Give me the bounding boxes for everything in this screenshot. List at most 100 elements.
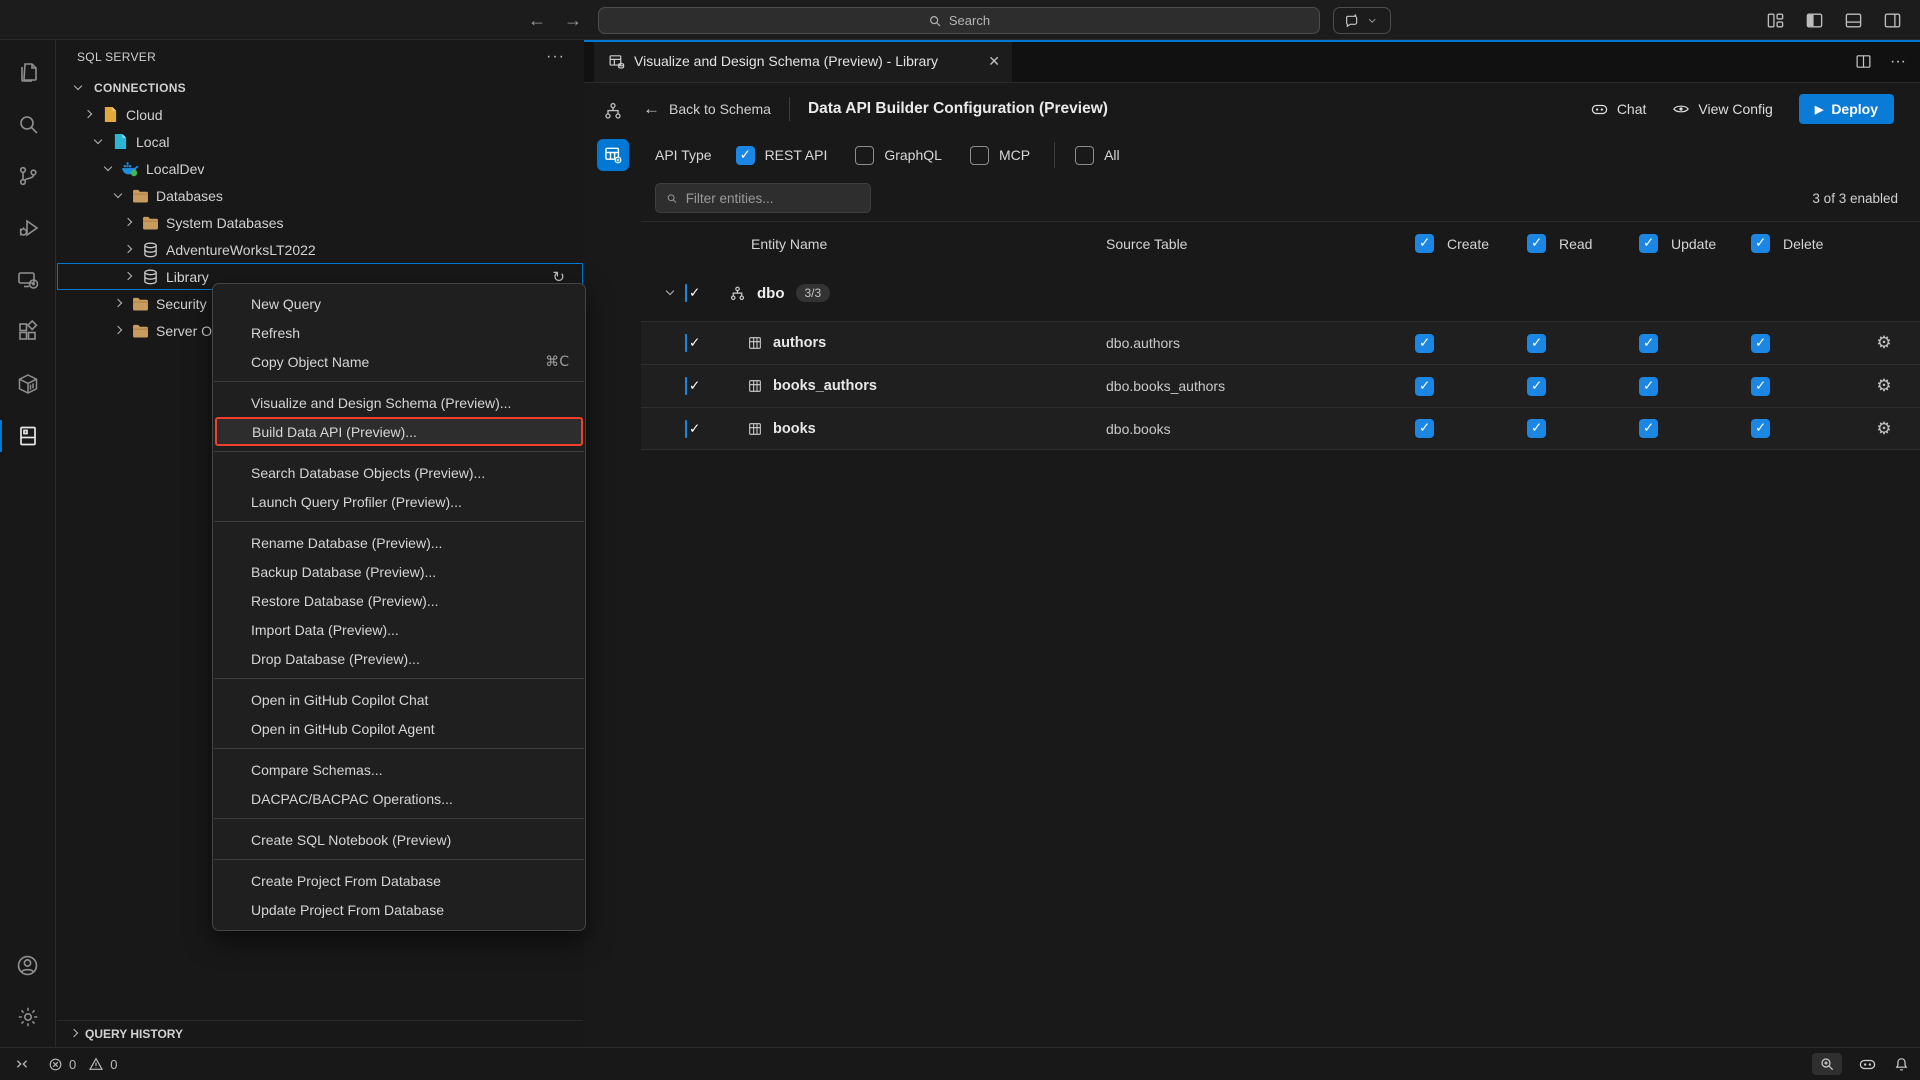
notifications-bell-icon[interactable] [1893,1056,1910,1073]
row-checkbox-create[interactable] [1400,377,1512,396]
checkbox-checked-icon[interactable] [1639,419,1658,438]
entity-settings-gear-icon[interactable]: ⚙ [1876,419,1891,439]
tree-item-system-databases[interactable]: System Databases [57,209,583,236]
menu-item-new-query[interactable]: New Query [213,289,585,318]
menu-item-rename-database[interactable]: Rename Database (Preview)... [213,528,585,557]
checkbox-checked-icon[interactable] [1415,419,1434,438]
checkbox-graphql[interactable]: GraphQL [855,146,942,165]
search-input[interactable]: Search [598,7,1320,34]
menu-item-visualize-design-schema[interactable]: Visualize and Design Schema (Preview)... [213,388,585,417]
entity-settings-gear-icon[interactable]: ⚙ [1876,376,1891,396]
customize-layout-icon[interactable] [1766,11,1785,30]
checkbox-checked-icon[interactable] [685,284,687,302]
more-actions-icon[interactable]: ··· [546,48,565,66]
row-checkbox-update[interactable] [1624,377,1736,396]
checkbox-checked-icon[interactable] [1415,234,1434,253]
menu-item-create-sql-notebook[interactable]: Create SQL Notebook (Preview) [213,825,585,854]
source-control-icon[interactable] [0,150,56,202]
menu-item-compare-schemas[interactable]: Compare Schemas... [213,755,585,784]
row-checkbox-read[interactable] [1512,419,1624,438]
toggle-primary-sidebar-icon[interactable] [1805,11,1824,30]
menu-item-launch-query-profiler[interactable]: Launch Query Profiler (Preview)... [213,487,585,516]
copilot-menu-button[interactable] [1333,7,1391,34]
tree-item-databases[interactable]: Databases [57,182,583,209]
menu-item-copy-object-name[interactable]: Copy Object Name⌘C [213,347,585,376]
checkbox-checked-icon[interactable] [1639,234,1658,253]
zoom-in-status-button[interactable] [1812,1053,1842,1075]
checkbox-checked-icon[interactable] [1527,419,1546,438]
filter-entities-field[interactable] [686,191,860,206]
menu-item-refresh[interactable]: Refresh [213,318,585,347]
row-checkbox-create[interactable] [1400,334,1512,353]
row-checkbox-create[interactable] [1400,419,1512,438]
toggle-panel-icon[interactable] [1844,11,1863,30]
extensions-icon[interactable] [0,306,56,358]
column-header-update[interactable]: Update [1624,234,1736,253]
remote-indicator[interactable] [14,1056,30,1072]
menu-item-search-database-objects[interactable]: Search Database Objects (Preview)... [213,458,585,487]
checkbox-checked-icon[interactable] [1415,334,1434,353]
query-history-section[interactable]: QUERY HISTORY [57,1020,583,1047]
checkbox-rest-api[interactable]: REST API [736,146,828,165]
checkbox-checked-icon[interactable] [1415,377,1434,396]
checkbox-checked-icon[interactable] [1751,334,1770,353]
deploy-button[interactable]: ▶ Deploy [1799,94,1894,124]
back-to-schema-button[interactable]: ← Back to Schema [643,99,771,119]
row-checkbox-update[interactable] [1624,334,1736,353]
column-header-delete[interactable]: Delete [1736,234,1848,253]
menu-item-create-project-from-database[interactable]: Create Project From Database [213,866,585,895]
menu-item-drop-database[interactable]: Drop Database (Preview)... [213,644,585,673]
checkbox-checked-icon[interactable] [1639,377,1658,396]
chat-button[interactable]: Chat [1590,100,1647,119]
data-api-builder-view-icon[interactable] [597,139,629,171]
chevron-down-icon[interactable] [663,285,679,301]
split-editor-icon[interactable] [1855,53,1872,70]
row-checkbox-delete[interactable] [1736,377,1848,396]
menu-item-restore-database[interactable]: Restore Database (Preview)... [213,586,585,615]
checkbox-checked-icon[interactable] [1751,234,1770,253]
tree-item-cloud[interactable]: Cloud [57,101,583,128]
row-checkbox-delete[interactable] [1736,334,1848,353]
entity-settings-gear-icon[interactable]: ⚙ [1876,333,1891,353]
checkbox-all[interactable]: All [1075,146,1120,165]
toggle-secondary-sidebar-icon[interactable] [1883,11,1902,30]
copilot-status-icon[interactable] [1858,1055,1877,1074]
column-header-read[interactable]: Read [1512,234,1624,253]
remote-explorer-icon[interactable] [0,254,56,306]
row-checkbox-delete[interactable] [1736,419,1848,438]
more-actions-icon[interactable]: ··· [1890,53,1906,71]
view-config-button[interactable]: View Config [1672,100,1772,118]
checkbox-checked-icon[interactable] [685,334,687,352]
menu-item-open-copilot-agent[interactable]: Open in GitHub Copilot Agent [213,714,585,743]
menu-item-open-copilot-chat[interactable]: Open in GitHub Copilot Chat [213,685,585,714]
nav-back-icon[interactable]: ← [528,10,546,31]
checkbox-mcp[interactable]: MCP [970,146,1030,165]
column-header-create[interactable]: Create [1400,234,1512,253]
tree-item-adventureworkslt2022[interactable]: AdventureWorksLT2022 [57,236,583,263]
checkbox-checked-icon[interactable] [1639,334,1658,353]
checkbox-checked-icon[interactable] [1751,419,1770,438]
tree-item-local[interactable]: Local [57,128,583,155]
containers-icon[interactable] [0,358,56,410]
checkbox-checked-icon[interactable] [1527,334,1546,353]
close-tab-icon[interactable]: ✕ [988,53,1000,70]
schema-diagram-view-icon[interactable] [597,95,629,127]
tab-visualize-design-schema[interactable]: Visualize and Design Schema (Preview) - … [594,40,1012,82]
checkbox-checked-icon[interactable] [685,377,687,395]
checkbox-checked-icon[interactable] [685,420,687,438]
menu-item-update-project-from-database[interactable]: Update Project From Database [213,895,585,924]
table-row-books-authors[interactable]: books_authors dbo.books_authors ⚙ [641,364,1920,407]
tree-item-localdev[interactable]: LocalDev [57,155,583,182]
database-projects-icon[interactable] [0,410,56,462]
row-checkbox-update[interactable] [1624,419,1736,438]
checkbox-checked-icon[interactable] [1527,234,1546,253]
row-checkbox-read[interactable] [1512,334,1624,353]
menu-item-build-data-api[interactable]: Build Data API (Preview)... [215,417,583,446]
run-and-debug-icon[interactable] [0,202,56,254]
menu-item-import-data[interactable]: Import Data (Preview)... [213,615,585,644]
problems-indicator[interactable]: 0 0 [48,1056,117,1072]
table-row-authors[interactable]: authors dbo.authors ⚙ [641,321,1920,364]
checkbox-checked-icon[interactable] [1751,377,1770,396]
menu-item-backup-database[interactable]: Backup Database (Preview)... [213,557,585,586]
table-row-books[interactable]: books dbo.books ⚙ [641,407,1920,450]
